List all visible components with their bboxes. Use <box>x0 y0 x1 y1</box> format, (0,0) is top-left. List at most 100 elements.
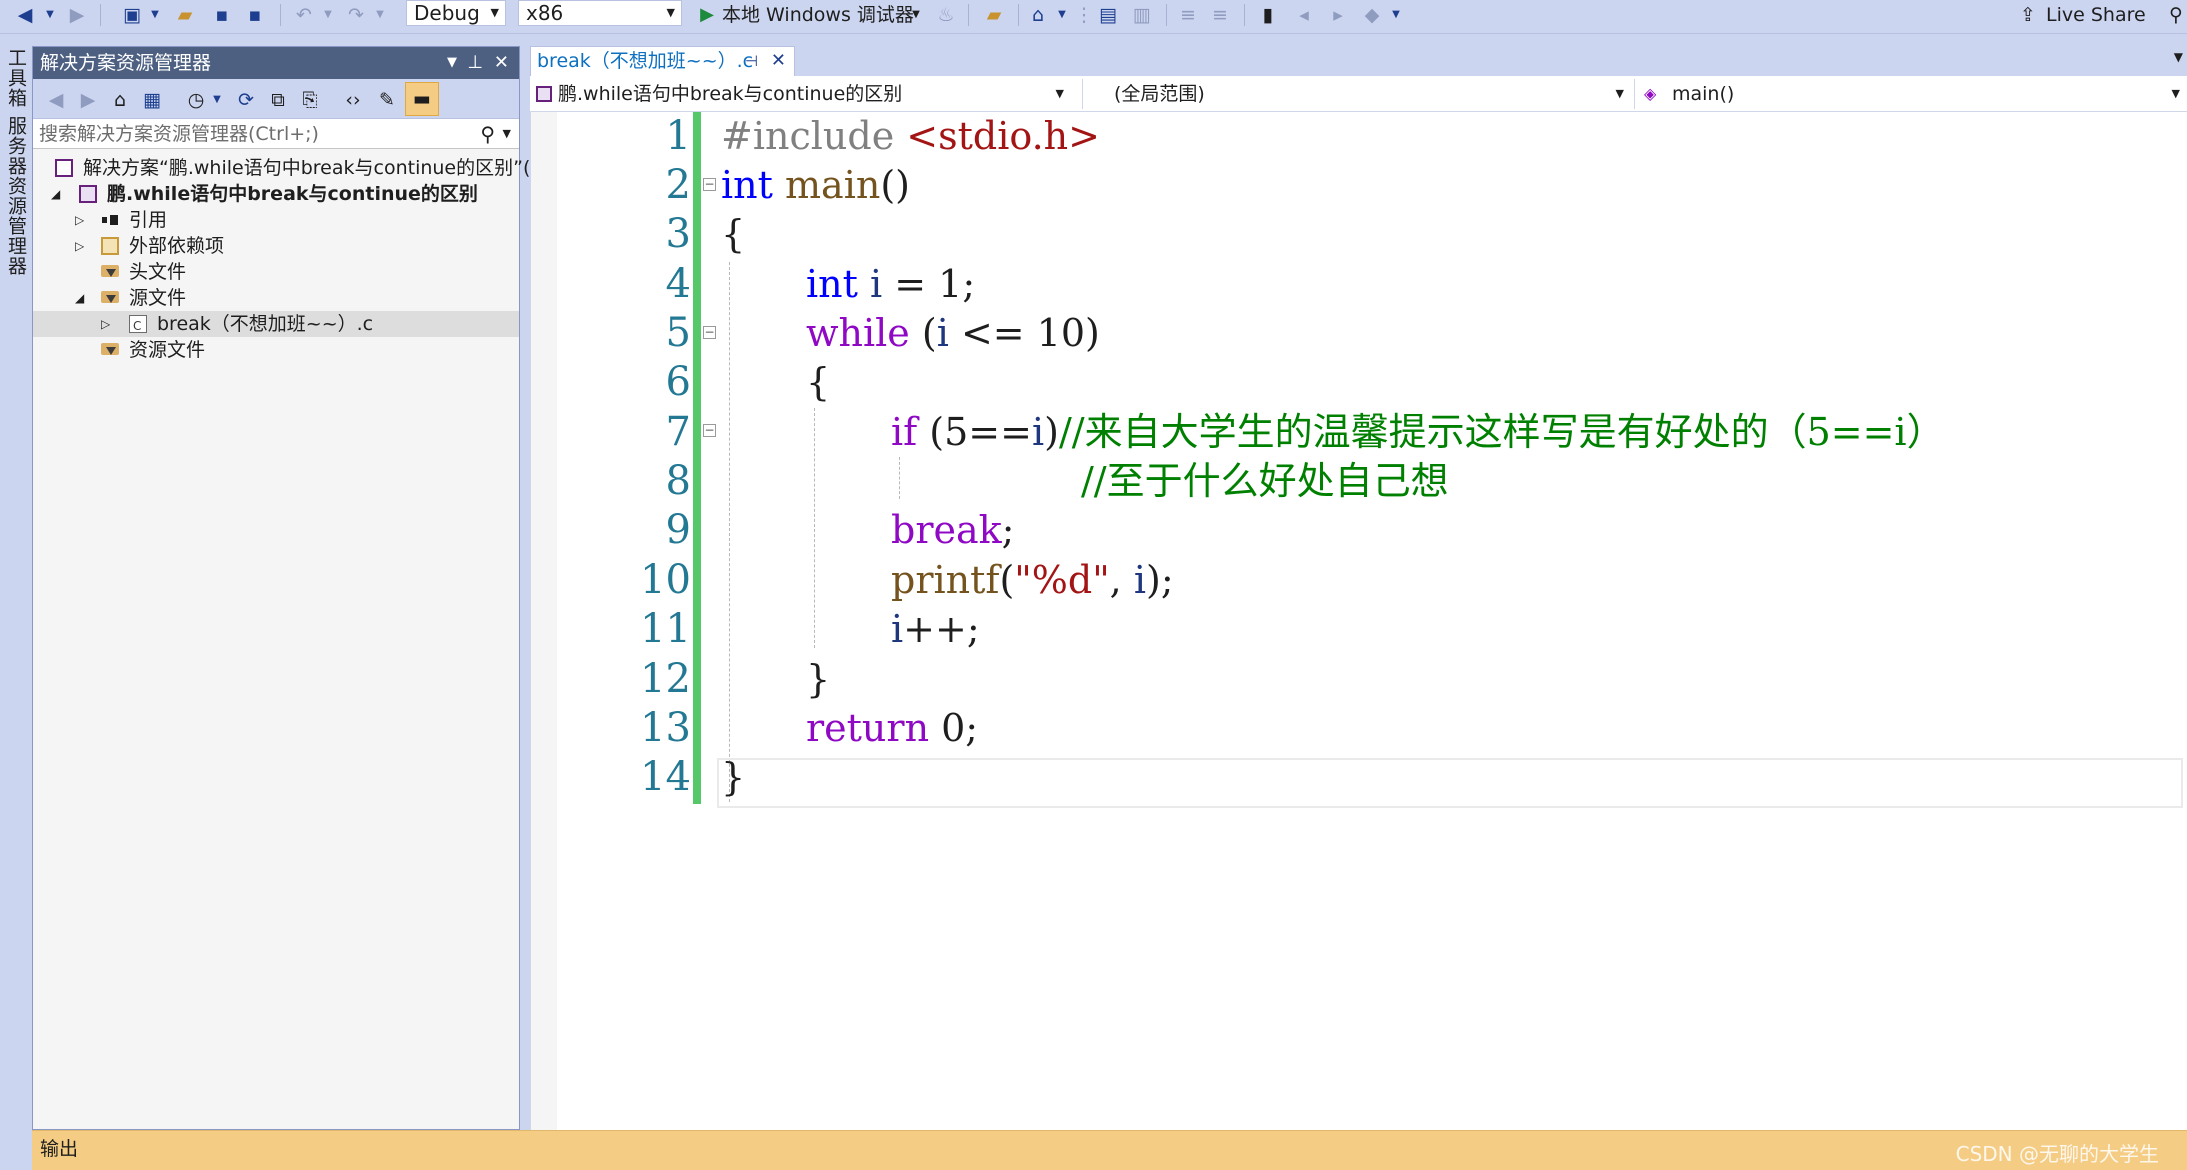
redo-icon[interactable]: ↷ <box>342 2 370 28</box>
collapse-arrow-icon[interactable]: ◢ <box>75 285 84 311</box>
new-item-icon[interactable]: ▣ <box>118 2 146 28</box>
live-share-button[interactable]: Live Share <box>2046 2 2166 28</box>
forward-icon[interactable]: ▶ <box>62 2 92 28</box>
tree-item-references[interactable]: ▷ 引用 <box>33 207 519 233</box>
tab-break-c[interactable]: break（不想加班~~）.c ⊣ ✕ <box>530 46 795 76</box>
pin-icon[interactable]: ⊥ <box>467 47 483 79</box>
project-icon <box>536 86 552 102</box>
back-icon[interactable]: ◀ <box>43 87 69 113</box>
collapse-arrow-icon[interactable]: ◢ <box>51 181 60 207</box>
sync-icon[interactable]: ⟳ <box>233 87 259 113</box>
outdent-icon[interactable]: ≡ <box>1174 2 1202 28</box>
line-number: 14 <box>640 754 691 800</box>
close-icon[interactable]: ✕ <box>494 47 509 79</box>
new-item-dropdown-icon[interactable]: ▼ <box>146 2 164 28</box>
start-debugging-button[interactable]: 本地 Windows 调试器 <box>722 2 922 28</box>
line-number: 13 <box>640 705 691 751</box>
filter-folder-icon <box>101 289 119 307</box>
output-panel-tab[interactable]: 输出 <box>32 1130 2187 1170</box>
line-number: 5 <box>665 310 691 356</box>
search-options-icon[interactable]: ▼ <box>503 119 511 149</box>
code-text[interactable]: #include <stdio.h> int main() { int i = … <box>721 112 2181 912</box>
expand-arrow-icon[interactable]: ▷ <box>101 311 110 337</box>
tree-item-label: 解决方案“鹏.while语句中break与continue的区别”(1 个 <box>83 157 568 179</box>
find-in-files-icon[interactable]: ▰ <box>980 2 1008 28</box>
tree-item-header-files[interactable]: 头文件 <box>33 259 519 285</box>
tree-item-project[interactable]: ◢ 鹏.while语句中break与continue的区别 <box>33 181 519 207</box>
clear-bookmarks-icon[interactable]: ◆ <box>1358 2 1386 28</box>
toolbar-overflow-icon[interactable]: ▼ <box>1388 2 1404 28</box>
line-number: 9 <box>665 507 691 553</box>
code-line: int i = 1; <box>806 262 976 306</box>
next-bookmark-icon[interactable]: ▸ <box>1324 2 1352 28</box>
expand-arrow-icon[interactable]: ▷ <box>75 207 84 233</box>
line-number: 4 <box>665 261 691 307</box>
pin-tab-icon[interactable]: ⊣ <box>745 47 758 75</box>
preview-selected-icon[interactable]: ▬ <box>405 82 439 116</box>
line-number: 12 <box>640 656 691 702</box>
tree-item-external-deps[interactable]: ▷ 外部依赖项 <box>33 233 519 259</box>
server-explorer-tab[interactable]: 服务器资源管理器 <box>3 116 30 276</box>
tree-item-source-file[interactable]: ▷ break（不想加班~~）.c <box>33 311 519 339</box>
line-number: 10 <box>640 557 691 603</box>
toolbox-tab[interactable]: 工具箱 <box>3 48 30 108</box>
tree-item-label: 引用 <box>129 209 168 231</box>
scope-dropdown[interactable]: (全局范围) ▼ <box>1090 79 1630 109</box>
fold-toggle-icon[interactable]: − <box>703 326 716 339</box>
tree-item-label: 头文件 <box>129 261 187 283</box>
expand-arrow-icon[interactable]: ▷ <box>75 233 84 259</box>
fold-toggle-icon[interactable]: − <box>703 424 716 437</box>
collapse-all-icon[interactable]: ⧉ <box>265 87 291 113</box>
project-dropdown[interactable]: 鹏.while语句中break与continue的区别 ▼ <box>534 79 1070 109</box>
comment-icon[interactable]: ▥ <box>1128 2 1156 28</box>
indent-icon[interactable]: ≡ <box>1206 2 1234 28</box>
window-position-icon[interactable]: ▼ <box>447 47 457 79</box>
code-editor[interactable]: 1 2 3 4 5 6 7 8 9 10 11 12 13 14 − − − #… <box>530 112 2187 1130</box>
switch-views-icon[interactable]: ▦ <box>139 87 165 113</box>
solution-search-input[interactable]: 搜索解决方案资源管理器(Ctrl+;) ⚲ ▼ <box>33 119 519 149</box>
platform-value: x86 <box>526 1 564 25</box>
back-dropdown-icon[interactable]: ▼ <box>40 2 60 28</box>
platform-select[interactable]: x86 ▼ <box>518 0 682 26</box>
close-tab-icon[interactable]: ✕ <box>771 47 786 75</box>
solution-explorer-title: 解决方案资源管理器 <box>40 52 212 74</box>
line-number: 7 <box>665 409 691 455</box>
pending-changes-dropdown-icon[interactable]: ▼ <box>209 87 225 113</box>
tree-item-resource-files[interactable]: 资源文件 <box>33 337 519 363</box>
back-icon[interactable]: ◀ <box>10 2 40 28</box>
prev-bookmark-icon[interactable]: ◂ <box>1290 2 1318 28</box>
feedback-icon[interactable]: ⚲ <box>2166 2 2186 28</box>
line-number: 6 <box>665 359 691 405</box>
output-panel-title: 输出 <box>40 1138 79 1160</box>
member-dropdown[interactable]: ◈ main() ▼ <box>1640 79 2186 109</box>
save-all-icon[interactable]: ▪ <box>240 2 270 28</box>
undo-icon[interactable]: ↶ <box>290 2 318 28</box>
configuration-select[interactable]: Debug ▼ <box>406 0 506 26</box>
tab-list-dropdown-icon[interactable]: ▼ <box>2174 50 2183 64</box>
fold-toggle-icon[interactable]: − <box>703 178 716 191</box>
toggle-view-icon[interactable]: ▤ <box>1094 2 1122 28</box>
show-all-files-icon[interactable]: ⎘ <box>297 87 323 113</box>
debugger-dropdown-icon[interactable]: ▼ <box>908 2 924 28</box>
properties-icon[interactable]: ✎ <box>373 87 401 113</box>
save-icon[interactable]: ▪ <box>208 2 236 28</box>
tree-item-label: 鹏.while语句中break与continue的区别 <box>107 183 478 205</box>
live-share-icon[interactable]: ⇪ <box>2014 2 2042 28</box>
home-dropdown-icon[interactable]: ▼ <box>1054 2 1070 28</box>
hot-reload-icon[interactable]: ♨ <box>934 2 958 28</box>
undo-dropdown-icon[interactable]: ▼ <box>320 2 336 28</box>
bookmark-icon[interactable]: ▮ <box>1254 2 1282 28</box>
search-icon[interactable]: ⚲ <box>480 119 495 149</box>
redo-dropdown-icon[interactable]: ▼ <box>372 2 388 28</box>
start-debugging-icon[interactable]: ▶ <box>696 2 718 28</box>
watermark: CSDN @无聊的大学生 <box>1955 1142 2159 1166</box>
forward-icon[interactable]: ▶ <box>75 87 101 113</box>
open-folder-icon[interactable]: ▰ <box>170 2 200 28</box>
tree-item-solution[interactable]: 解决方案“鹏.while语句中break与continue的区别”(1 个 <box>33 155 568 181</box>
home-icon[interactable]: ⌂ <box>107 87 133 113</box>
glyph-margin[interactable] <box>531 112 557 1130</box>
pending-changes-icon[interactable]: ◷ <box>183 87 209 113</box>
tree-item-source-files[interactable]: ◢ 源文件 <box>33 285 519 311</box>
home-icon[interactable]: ⌂ <box>1024 2 1052 28</box>
view-code-icon[interactable]: ‹› <box>339 87 367 113</box>
